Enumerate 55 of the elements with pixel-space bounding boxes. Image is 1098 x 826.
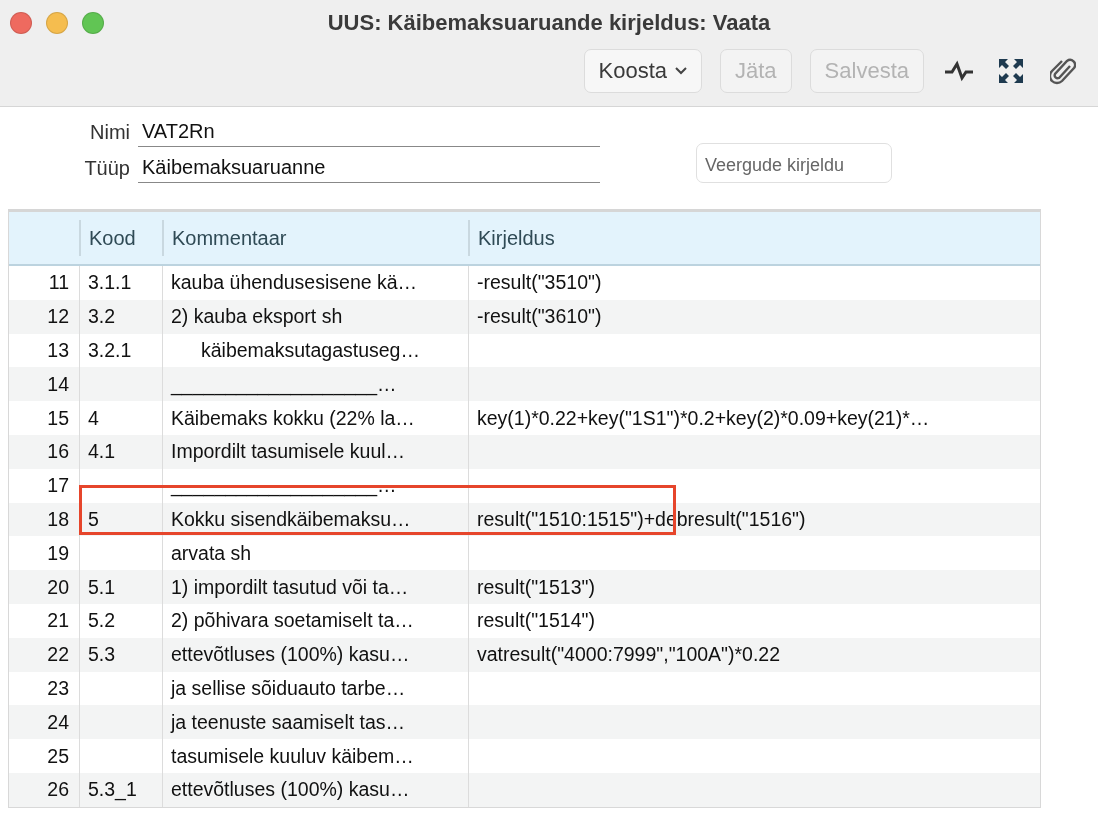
window-title: UUS: Käibemaksuaruande kirjeldus: Vaata (326, 10, 772, 36)
table-cell: ettevõtluses (100%) kasu… (162, 637, 468, 672)
row-number: 14 (46, 371, 70, 397)
table-cell: Käibemaks kokku (22% la… (162, 401, 468, 435)
table-cell: key(1)*0.22+key("1S1")*0.2+key(2)*0.09+key(21)*… (468, 401, 1040, 435)
column-header[interactable]: Kood (79, 220, 162, 256)
compose-menu-button[interactable]: Koosta (583, 49, 702, 93)
pulse-icon (944, 60, 974, 82)
table-cell: ___________________… (162, 468, 468, 503)
row-number: 23 (46, 675, 70, 701)
row-number: 16 (46, 439, 70, 465)
row-number: 13 (46, 338, 70, 363)
table-cell: 5.3_1 (79, 772, 162, 807)
row-number: 24 (46, 709, 70, 735)
table-cell: 5.3 (79, 637, 162, 672)
table-cell: Impordilt tasumisele kuul… (162, 435, 468, 469)
row-number: 19 (46, 540, 70, 566)
chevron-down-icon (675, 67, 687, 75)
input-field[interactable]: Käibemaksuaruanne (138, 153, 600, 183)
row-number: 20 (46, 574, 70, 600)
row-number: 26 (46, 777, 70, 803)
row-number: 21 (46, 608, 70, 634)
field-label: Nimi (89, 121, 131, 145)
column-description-button[interactable]: Veergude kirjeldu (696, 143, 892, 183)
table-cell: vatresult("4000:7999","100A")*0.22 (468, 637, 1040, 672)
table-cell: tasumisele kuuluv käibem… (162, 739, 468, 773)
close-button[interactable] (10, 12, 32, 34)
table-cell: 2) kauba eksport sh (162, 299, 468, 334)
field-label: Tüüp (83, 157, 131, 181)
table-cell: 3.2 (79, 299, 162, 334)
table-cell: ettevõtluses (100%) kasu… (162, 772, 468, 807)
row-number: 11 (47, 270, 70, 296)
row-number: 15 (46, 405, 70, 431)
row-number: 25 (46, 743, 70, 769)
table-cell: 4.1 (79, 435, 162, 469)
table-cell: -result("3610") (468, 299, 1040, 334)
column-header[interactable]: Kirjeldus (468, 220, 1040, 256)
table-cell: 5.1 (79, 570, 162, 604)
table-cell: 5.2 (79, 603, 162, 638)
paperclip-icon (1050, 56, 1076, 86)
input-field[interactable]: VAT2Rn (138, 117, 600, 147)
table-cell: 2) põhivara soetamiselt ta… (162, 603, 468, 638)
table-cell: 3.1.1 (79, 266, 162, 300)
table-cell: -result("3510") (468, 266, 1040, 300)
expand-icon (998, 58, 1024, 84)
table-cell: 4 (79, 401, 162, 435)
table-cell: kauba ühendusesisene kä… (162, 266, 468, 300)
row-number: 12 (46, 304, 70, 330)
table-cell: result("1514") (468, 603, 1040, 638)
table-cell: 1) impordilt tasutud või ta… (162, 570, 468, 604)
column-header[interactable]: Kommentaar (162, 220, 468, 256)
row-number: 22 (46, 642, 70, 668)
row-number: 18 (46, 506, 70, 532)
row-number: 17 (46, 473, 70, 499)
table-cell: result("1513") (468, 570, 1040, 604)
